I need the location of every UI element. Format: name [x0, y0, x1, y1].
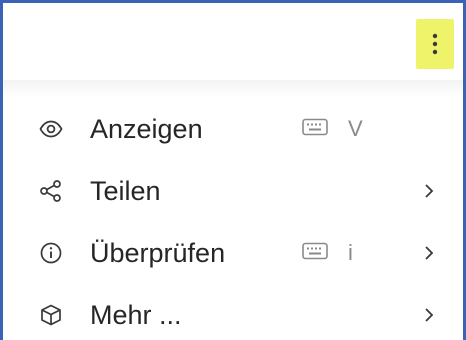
menu-item-label: Überprüfen: [90, 238, 226, 268]
shortcut-key: V: [348, 116, 363, 141]
shortcut-hint: i: [302, 241, 353, 265]
menu-item-label: Mehr ...: [90, 300, 182, 330]
menu-item-anzeigen[interactable]: Anzeigen V: [3, 98, 463, 160]
chevron-right-icon: [423, 307, 435, 323]
menu-item-ueberpruefen[interactable]: Überprüfen i: [3, 222, 463, 284]
shortcut-hint: V: [302, 117, 363, 141]
more-options-button[interactable]: [416, 19, 454, 69]
shortcut-key: i: [348, 240, 353, 265]
keyboard-icon: [302, 242, 328, 265]
menu-item-label: Teilen: [90, 176, 161, 206]
eye-icon: [39, 117, 63, 141]
menu-item-label: Anzeigen: [90, 114, 203, 144]
chevron-right-icon: [423, 245, 435, 261]
menu-list: Anzeigen V Teilen Überprüfen i Mehr ...: [3, 98, 463, 340]
share-icon: [39, 179, 63, 203]
cube-icon: [39, 303, 63, 327]
toolbar: [3, 3, 463, 80]
context-menu-panel: Anzeigen V Teilen Überprüfen i Mehr ...: [0, 0, 466, 340]
menu-item-teilen[interactable]: Teilen: [3, 160, 463, 222]
info-icon: [39, 241, 63, 265]
chevron-right-icon: [423, 183, 435, 199]
toolbar-divider: [3, 80, 463, 98]
menu-item-mehr[interactable]: Mehr ...: [3, 284, 463, 340]
keyboard-icon: [302, 118, 328, 141]
more-vertical-icon: [432, 33, 438, 55]
